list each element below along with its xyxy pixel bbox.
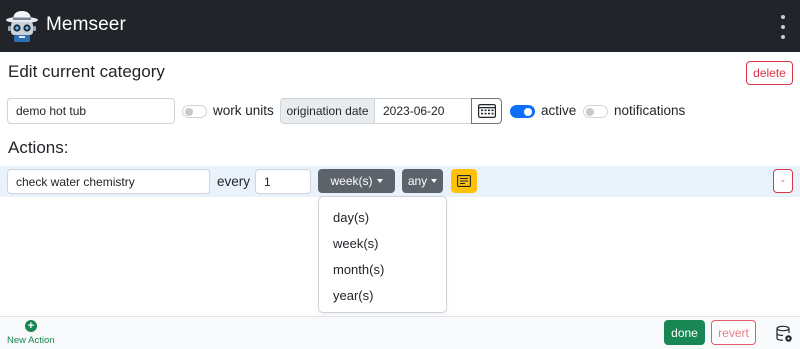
done-button[interactable]: done (664, 320, 705, 345)
revert-button[interactable]: revert (711, 320, 756, 345)
calendar-icon[interactable] (471, 98, 502, 124)
plus-circle-icon: + (25, 320, 37, 332)
dropdown-item-months[interactable]: month(s) (319, 256, 446, 282)
notifications-label: notifications (614, 103, 686, 118)
origination-date-input[interactable]: 2023-06-20 (374, 98, 472, 124)
notifications-toggle[interactable] (583, 105, 608, 118)
delete-button[interactable]: delete (746, 61, 793, 85)
caret-down-icon (431, 179, 438, 183)
action-name-input[interactable]: check water chemistry (7, 169, 210, 194)
page-title: Edit current category (8, 62, 165, 81)
notes-icon[interactable] (451, 169, 477, 193)
new-action-button[interactable]: + New Action (0, 318, 64, 348)
work-units-label: work units (213, 103, 274, 118)
category-name-input[interactable]: demo hot tub (7, 98, 175, 124)
unit-dropdown-menu: day(s) week(s) month(s) year(s) (318, 196, 447, 313)
work-units-toggle[interactable] (182, 105, 207, 118)
unit-dropdown-label: week(s) (330, 174, 373, 188)
dropdown-item-weeks[interactable]: week(s) (319, 230, 446, 256)
active-label: active (541, 103, 577, 118)
dropdown-item-years[interactable]: year(s) (319, 282, 446, 308)
navbar: Memseer (0, 0, 800, 52)
new-action-label: New Action (7, 335, 55, 346)
kebab-menu-icon[interactable] (776, 15, 790, 39)
unit-dropdown-button[interactable]: week(s) (318, 169, 395, 193)
dropdown-item-days[interactable]: day(s) (319, 204, 446, 230)
robot-detective-logo-icon (6, 11, 38, 42)
caret-down-icon (376, 179, 383, 183)
origination-date-label: origination date (280, 98, 375, 124)
every-label: every (217, 174, 251, 189)
database-settings-icon[interactable] (775, 325, 793, 343)
active-toggle[interactable] (510, 105, 535, 118)
day-dropdown-label: any (407, 174, 428, 188)
remove-action-button[interactable]: - (773, 169, 793, 193)
interval-input[interactable]: 1 (255, 169, 311, 194)
day-dropdown-button[interactable]: any (402, 169, 443, 193)
app-name: Memseer (46, 14, 126, 35)
actions-heading: Actions: (8, 138, 69, 157)
